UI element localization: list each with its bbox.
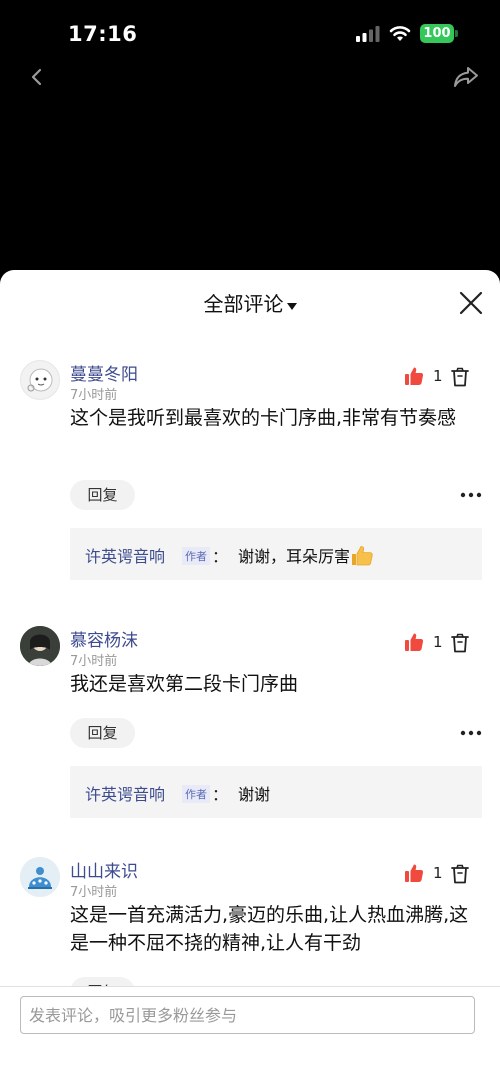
cellular-signal-icon [356, 26, 380, 42]
reply-colon: ： [212, 785, 229, 804]
reply-author[interactable]: 许英谔音响 [85, 781, 165, 805]
author-reply[interactable]: 许英谔音响 作者 ： 谢谢，耳朵厉害 [70, 528, 482, 580]
comment-list: 蔓蔓冬阳 7小时前 1 这个是我听到最喜欢的卡门序曲,非常有节奏感 回复 许英谔… [0, 332, 500, 986]
battery-tip [455, 30, 458, 37]
comment-text: 这个是我听到最喜欢的卡门序曲,非常有节奏感 [70, 407, 457, 429]
reply-colon: ： [212, 547, 229, 566]
comment-item: 蔓蔓冬阳 7小时前 1 这个是我听到最喜欢的卡门序曲,非常有节奏感 回复 许英谔… [0, 360, 500, 582]
thumb-up-icon [405, 367, 424, 385]
reply-text: 谢谢 [238, 785, 271, 804]
screen: 17:16 100 全部评论 蔓蔓冬阳 7小时前 1 这个是我听到最喜欢的卡门序… [0, 0, 500, 1083]
avatar-portrait-icon [20, 626, 60, 666]
sheet-title: 全部评论 [203, 292, 284, 316]
status-time: 17:16 [68, 22, 138, 46]
reply-button[interactable]: 回复 [70, 977, 135, 986]
status-bar: 17:16 100 [0, 0, 500, 62]
avatar[interactable] [20, 857, 60, 897]
thumbs-up-emoji-icon [352, 546, 373, 566]
delete-icon[interactable] [451, 864, 469, 884]
reply-text-content: 谢谢，耳朵厉害 [238, 547, 351, 566]
like-count: 1 [433, 367, 443, 385]
thumb-up-icon [405, 633, 424, 651]
like-button[interactable]: 1 [404, 863, 443, 883]
like-button[interactable]: 1 [404, 632, 443, 652]
comment-text: 这是一首充满活力,豪迈的乐曲,让人热血沸腾,这是一种不屈不挠的精神,让人有干劲 [70, 904, 469, 954]
comment-item: 慕容杨沫 7小时前 1 我还是喜欢第二段卡门序曲 回复 许英谔音响 作者 ： 谢… [0, 626, 500, 822]
username[interactable]: 蔓蔓冬阳 [70, 360, 138, 385]
share-icon[interactable] [452, 64, 480, 90]
comment-text: 我还是喜欢第二段卡门序曲 [70, 673, 299, 695]
like-button[interactable]: 1 [404, 366, 443, 386]
reply-button[interactable]: 回复 [70, 480, 135, 510]
sheet-header: 全部评论 [0, 270, 500, 332]
more-icon[interactable] [460, 490, 482, 500]
author-reply[interactable]: 许英谔音响 作者 ： 谢谢 [70, 766, 482, 818]
like-count: 1 [433, 633, 443, 651]
like-count: 1 [433, 864, 443, 882]
comment-time: 7小时前 [70, 885, 118, 900]
back-icon[interactable] [26, 64, 46, 90]
delete-icon[interactable] [451, 633, 469, 653]
comment-item: 山山来识 7小时前 1 这是一首充满活力,豪迈的乐曲,让人热血沸腾,这是一种不屈… [0, 857, 500, 986]
username[interactable]: 山山来识 [70, 857, 138, 882]
author-badge: 作者 [182, 547, 210, 565]
comment-filter-dropdown[interactable]: 全部评论 [0, 288, 500, 317]
caret-down-icon [286, 302, 297, 310]
wifi-icon [389, 26, 411, 41]
username[interactable]: 慕容杨沫 [70, 626, 138, 651]
thumb-up-icon [405, 864, 424, 882]
comment-time: 7小时前 [70, 654, 118, 669]
author-badge: 作者 [182, 785, 210, 803]
comment-input[interactable] [20, 996, 475, 1034]
reply-text: 谢谢，耳朵厉害 [238, 543, 374, 567]
delete-icon[interactable] [451, 367, 469, 387]
avatar[interactable] [20, 626, 60, 666]
close-icon[interactable] [458, 290, 484, 316]
more-icon[interactable] [460, 728, 482, 738]
reply-button[interactable]: 回复 [70, 718, 135, 748]
comment-input-bar [0, 986, 500, 1083]
avatar-cartoon-icon [20, 857, 60, 897]
battery-level: 100 [420, 24, 454, 43]
battery-indicator: 100 [420, 24, 458, 43]
avatar-cartoon-icon [27, 368, 53, 392]
comment-time: 7小时前 [70, 388, 118, 403]
reply-author[interactable]: 许英谔音响 [85, 543, 165, 567]
avatar[interactable] [20, 360, 60, 400]
comments-sheet: 全部评论 蔓蔓冬阳 7小时前 1 这个是我听到最喜欢的卡门序曲,非常有节奏感 回… [0, 270, 500, 1083]
